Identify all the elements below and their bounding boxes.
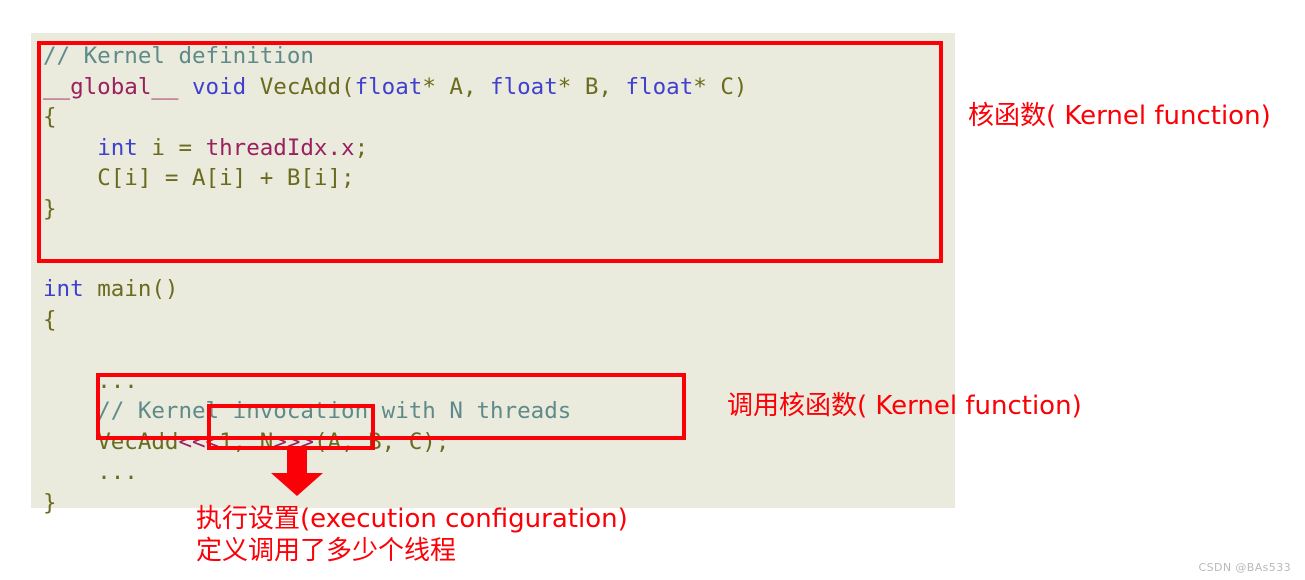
code-expr-assign-c: C[i] = A[i] + B[i]; <box>97 165 355 191</box>
code-token-float-a: float <box>354 73 423 100</box>
code-punct-open-paren: ( <box>341 73 355 100</box>
code-semicolon-1: ; <box>354 134 369 161</box>
code-token-member-x: x <box>341 134 355 161</box>
annotation-exec-config-line2: 定义调用了多少个线程 <box>196 536 457 566</box>
code-token-global: __global__ <box>43 73 179 100</box>
code-block: // Kernel definition __global__ void Vec… <box>31 33 955 516</box>
code-token-param-c: C <box>720 73 734 100</box>
annotation-exec-config-line1: 执行设置(execution configuration) <box>196 504 628 534</box>
code-exec-comma: , <box>232 428 247 455</box>
code-punct-star-a: * <box>422 73 436 100</box>
code-punct-dot: . <box>327 134 342 161</box>
code-angle-open: <<< <box>178 428 220 455</box>
code-token-void: void <box>192 73 247 100</box>
code-token-param-b: B <box>584 73 599 100</box>
annotation-call-kernel-function: 调用核函数( Kernel function) <box>727 391 1082 421</box>
code-token-param-a: A <box>449 73 463 100</box>
code-token-int-i: int <box>97 134 138 161</box>
code-token-vecadd-call: VecAdd <box>97 428 179 455</box>
code-brace-open-kernel: { <box>43 104 57 130</box>
code-grid-dim: 1 <box>219 428 233 455</box>
annotation-execution-configuration: 执行设置(execution configuration) 定义调用了多少个线程 <box>196 503 628 567</box>
code-comment-kernel-invocation: // Kernel invocation with N threads <box>97 398 572 424</box>
code-punct-star-b: * <box>557 73 572 100</box>
code-ellipsis-bottom: ... <box>97 459 138 485</box>
code-punct-close-paren: ) <box>733 73 748 100</box>
code-op-assign-1: = <box>178 134 193 161</box>
code-token-threadidx: threadIdx <box>205 134 328 161</box>
code-token-float-c: float <box>625 73 694 100</box>
code-main-parens: () <box>151 276 179 302</box>
code-brace-open-main: { <box>43 306 57 333</box>
code-kernel-definition: // Kernel definition __global__ void Vec… <box>43 41 747 224</box>
code-token-main: main <box>97 276 152 302</box>
code-token-var-i: i <box>151 134 165 161</box>
code-token-vecadd: VecAdd <box>259 73 342 100</box>
watermark: CSDN @BAs533 <box>1198 561 1291 574</box>
code-brace-close-kernel: } <box>43 195 57 222</box>
code-token-int-main: int <box>43 276 84 302</box>
code-punct-star-c: * <box>693 73 707 100</box>
code-comment-kernel-definition: // Kernel definition <box>43 43 314 69</box>
down-arrow-icon <box>271 449 323 496</box>
code-token-float-b: float <box>490 73 558 100</box>
code-call-args: (A, B, C); <box>313 428 450 455</box>
code-brace-close-main: } <box>43 489 57 516</box>
code-punct-comma-b: , <box>598 73 612 100</box>
code-punct-comma-a: , <box>462 73 477 100</box>
code-ellipsis-top: ... <box>97 367 138 394</box>
annotation-kernel-function: 核函数( Kernel function) <box>968 101 1271 131</box>
